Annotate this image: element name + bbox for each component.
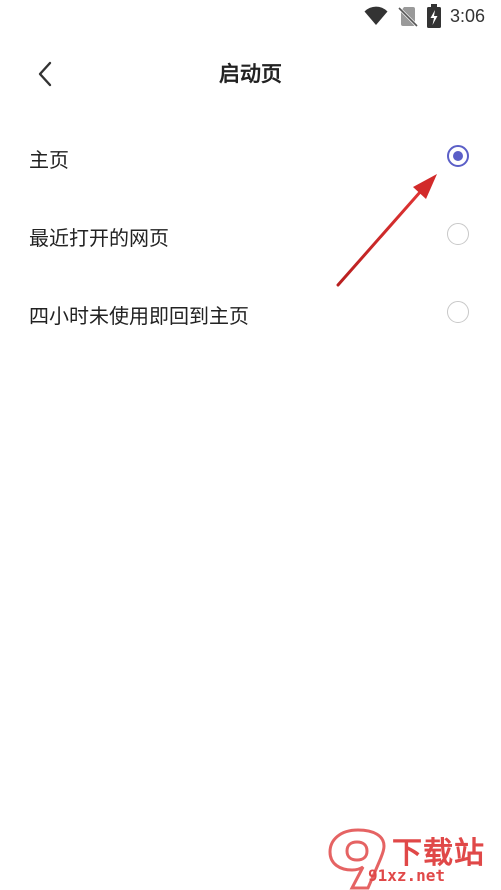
status-bar: 3:06 (0, 0, 501, 36)
option-recent-page[interactable]: 最近打开的网页 (0, 196, 501, 274)
option-label: 最近打开的网页 (29, 226, 169, 250)
option-label: 主页 (29, 148, 69, 172)
option-home[interactable]: 主页 (0, 118, 501, 196)
status-time: 3:06 (450, 6, 486, 26)
radio-unselected[interactable] (447, 301, 469, 323)
option-return-home-after-4h[interactable]: 四小时未使用即回到主页 (0, 274, 501, 352)
startup-page-options: 主页 最近打开的网页 四小时未使用即回到主页 (0, 118, 501, 352)
watermark-domain: 91xz.net (368, 866, 446, 885)
no-sim-icon (397, 5, 419, 31)
battery-charging-icon (427, 4, 441, 32)
radio-selected[interactable] (447, 145, 469, 167)
option-label: 四小时未使用即回到主页 (29, 304, 249, 328)
radio-unselected[interactable] (447, 223, 469, 245)
page-title: 启动页 (219, 62, 282, 86)
header: 启动页 (0, 36, 501, 112)
wifi-icon (364, 6, 388, 30)
watermark-logo: 下载站 91xz.net (322, 826, 500, 890)
